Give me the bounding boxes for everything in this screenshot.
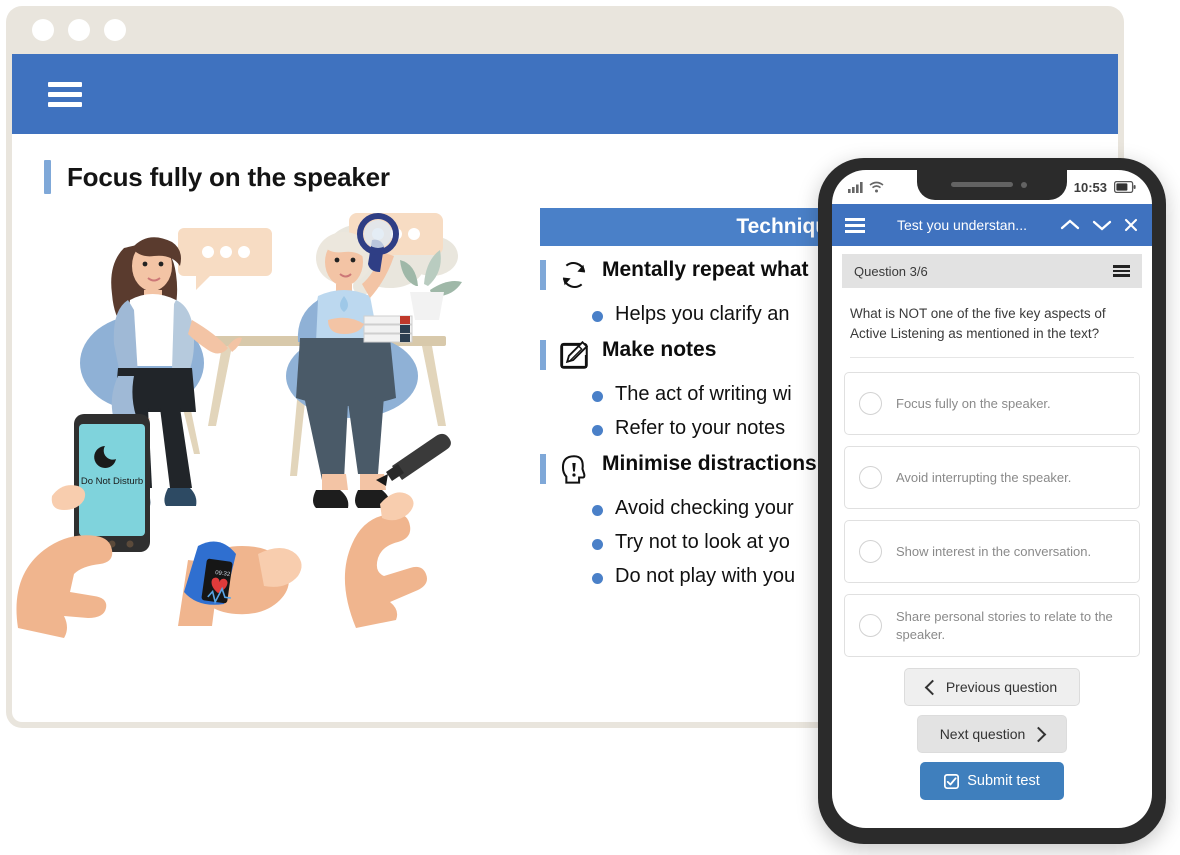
repeat-cycle-icon bbox=[562, 262, 586, 288]
answer-option[interactable]: Focus fully on the speaker. bbox=[844, 372, 1140, 436]
next-question-button[interactable]: Next question bbox=[916, 715, 1068, 754]
phone-screen: 10:53 Test you understan... Question 3/6… bbox=[832, 170, 1152, 828]
earpiece-speaker bbox=[951, 182, 1013, 187]
hamburger-menu-icon[interactable] bbox=[1113, 265, 1130, 277]
close-icon[interactable] bbox=[1123, 217, 1139, 233]
chevron-left-icon bbox=[924, 679, 941, 695]
answer-options-list: Focus fully on the speaker. Avoid interr… bbox=[844, 372, 1140, 658]
submit-test-label: Submit test bbox=[967, 773, 1040, 790]
note-pencil-icon bbox=[560, 340, 589, 369]
question-text: What is NOT one of the five key aspects … bbox=[850, 304, 1134, 359]
signal-bars-icon bbox=[848, 182, 863, 193]
screenshot-stage: Focus fully on the speaker Do Not Distur… bbox=[0, 0, 1180, 855]
technique-accent-bar bbox=[540, 340, 546, 370]
technique-accent-bar bbox=[540, 454, 546, 484]
question-counter: Question 3/6 bbox=[854, 263, 928, 279]
radio-button-icon[interactable] bbox=[859, 466, 882, 490]
bullet-text: Do not play with you bbox=[615, 565, 796, 587]
front-camera bbox=[1021, 182, 1027, 188]
bullet-text: Refer to your notes bbox=[615, 417, 786, 439]
bullet-text: Helps you clarify an bbox=[615, 303, 790, 325]
phone-mockup: 10:53 Test you understan... Question 3/6… bbox=[818, 158, 1166, 844]
close-window-dot[interactable] bbox=[32, 19, 54, 41]
status-clock: 10:53 bbox=[1073, 179, 1107, 195]
previous-question-label: Previous question bbox=[945, 679, 1058, 696]
radio-button-icon[interactable] bbox=[859, 614, 882, 638]
radio-button-icon[interactable] bbox=[859, 540, 882, 564]
bullet-dot bbox=[592, 425, 603, 436]
title-accent-bar bbox=[44, 160, 51, 194]
answer-option-label: Show interest in the conversation. bbox=[896, 543, 1092, 559]
submit-test-button[interactable]: Submit test bbox=[920, 762, 1064, 801]
quiz-app-bar: Test you understan... bbox=[832, 204, 1152, 246]
illustration-column: Do Not Disturb 09:32 bbox=[12, 208, 532, 643]
course-app-header bbox=[12, 54, 1118, 134]
bullet-dot bbox=[592, 391, 603, 402]
answer-option-label: Share personal stories to relate to the … bbox=[896, 609, 1113, 642]
check-square-icon bbox=[944, 773, 960, 789]
bullet-dot bbox=[592, 505, 603, 516]
wifi-icon bbox=[869, 181, 884, 193]
bullet-dot bbox=[592, 573, 603, 584]
chevron-down-icon[interactable] bbox=[1091, 217, 1113, 233]
bullet-text: The act of writing wi bbox=[615, 383, 792, 405]
technique-heading: Make notes bbox=[602, 338, 717, 361]
do-not-disturb-label: Do Not Disturb bbox=[81, 476, 143, 487]
bullet-dot bbox=[592, 539, 603, 550]
answer-option-label: Focus fully on the speaker. bbox=[896, 395, 1051, 411]
chevron-right-icon bbox=[1031, 726, 1047, 742]
technique-accent-bar bbox=[540, 260, 546, 290]
maximize-window-dot[interactable] bbox=[104, 19, 126, 41]
answer-option[interactable]: Share personal stories to relate to the … bbox=[844, 594, 1140, 658]
phone-notch bbox=[917, 170, 1067, 200]
answer-option-label: Avoid interrupting the speaker. bbox=[896, 469, 1072, 485]
answer-option[interactable]: Show interest in the conversation. bbox=[844, 520, 1140, 584]
next-question-label: Next question bbox=[939, 726, 1026, 743]
head-alert-icon bbox=[561, 455, 586, 484]
technique-heading: Mentally repeat what bbox=[602, 258, 809, 281]
quiz-actions: Previous question Next question Submit t… bbox=[832, 668, 1152, 801]
quiz-title: Test you understan... bbox=[897, 217, 1027, 233]
minimize-window-dot[interactable] bbox=[68, 19, 90, 41]
chevron-up-icon[interactable] bbox=[1059, 217, 1081, 233]
browser-titlebar bbox=[12, 6, 1118, 54]
answer-option[interactable]: Avoid interrupting the speaker. bbox=[844, 446, 1140, 510]
technique-heading: Minimise distractions bbox=[602, 452, 817, 475]
question-progress-bar: Question 3/6 bbox=[842, 254, 1142, 288]
battery-icon bbox=[1114, 181, 1136, 193]
radio-button-icon[interactable] bbox=[859, 392, 882, 416]
page-title: Focus fully on the speaker bbox=[67, 161, 390, 192]
hamburger-menu-icon[interactable] bbox=[845, 217, 865, 233]
active-listening-illustration: Do Not Disturb 09:32 bbox=[16, 213, 462, 638]
bullet-text: Avoid checking your bbox=[615, 497, 794, 519]
previous-question-button[interactable]: Previous question bbox=[903, 668, 1081, 707]
bullet-dot bbox=[592, 311, 603, 322]
bullet-text: Try not to look at yo bbox=[615, 531, 790, 553]
hamburger-menu-icon[interactable] bbox=[48, 81, 82, 107]
